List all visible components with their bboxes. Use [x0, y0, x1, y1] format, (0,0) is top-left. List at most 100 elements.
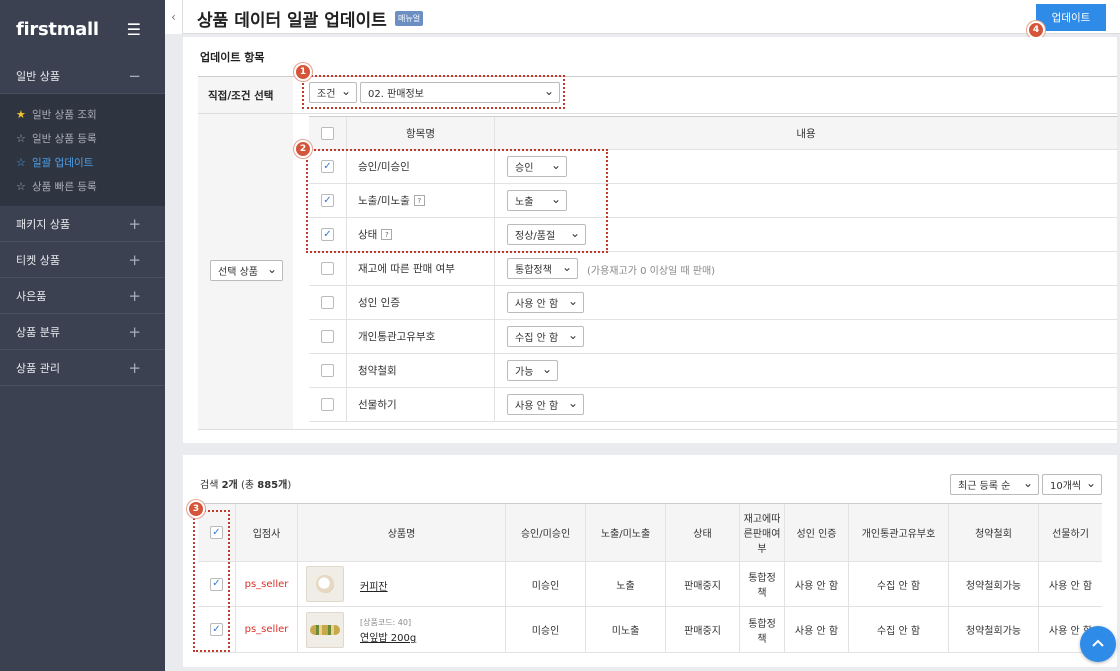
expand-icon[interactable]: + [128, 287, 141, 305]
item-content: 수집 안 함 [495, 320, 1117, 353]
product-cell: [상품코드: 40] 연잎밥 200g [298, 607, 506, 652]
highlight-box-1 [302, 75, 565, 109]
col-customs: 개인통관고유부호 [849, 504, 949, 561]
result-count-number: 2개 [221, 480, 238, 491]
chevron-down-icon [562, 263, 572, 274]
sidebar-item-product-register[interactable]: ☆ 일반 상품 등록 [0, 126, 165, 150]
star-outline-icon[interactable]: ☆ [16, 132, 30, 145]
header-checkbox-cell [309, 117, 347, 149]
item-row-adult: 성인 인증 사용 안 함 [309, 286, 1117, 320]
sidebar-section-general[interactable]: 일반 상품 − [0, 58, 165, 94]
select-value: 가능 [515, 367, 534, 378]
rice-image [310, 624, 340, 635]
seller-cell: ps_seller [236, 607, 298, 652]
product-name-link[interactable]: 커피잔 [360, 578, 388, 593]
withdraw-cell: 청약철회가능 [949, 607, 1039, 652]
logo[interactable]: firstmall [16, 19, 99, 40]
arrow-up-icon[interactable] [1080, 626, 1116, 662]
approval-cell: 미승인 [506, 607, 586, 652]
sidebar-section-package[interactable]: 패키지 상품 + [0, 206, 165, 242]
section-title: 업데이트 항목 [200, 51, 265, 64]
withdraw-select[interactable]: 가능 [507, 360, 558, 381]
expand-icon[interactable]: + [128, 323, 141, 341]
customs-select[interactable]: 수집 안 함 [507, 326, 584, 347]
item-content: 사용 안 함 [495, 388, 1117, 421]
star-outline-icon[interactable]: ☆ [16, 156, 30, 169]
checkbox-cell [309, 252, 347, 285]
sort-select[interactable]: 최근 등록 순 [950, 474, 1039, 495]
result-count-end: ) [287, 480, 292, 491]
item-content: 통합정책 (가용재고가 0 이상일 때 판매) [495, 252, 1117, 285]
sidebar-item-bulk-update[interactable]: ☆ 일괄 업데이트 [0, 150, 165, 174]
status-cell: 판매중지 [666, 607, 740, 652]
per-page-select-value: 10개씩 [1050, 481, 1082, 492]
hamburger-icon[interactable]: ☰ [127, 20, 141, 39]
product-thumbnail[interactable] [306, 566, 344, 602]
sidebar-section-manage[interactable]: 상품 관리 + [0, 350, 165, 386]
page-title: 상품 데이터 일괄 업데이트 [197, 11, 387, 31]
adult-cell: 사용 안 함 [785, 607, 849, 652]
sidebar-section-category[interactable]: 상품 분류 + [0, 314, 165, 350]
item-row-customs: 개인통관고유부호 수집 안 함 [309, 320, 1117, 354]
direct-select-label: 직접/조건 선택 [198, 77, 293, 113]
item-checkbox[interactable] [321, 330, 334, 343]
sidebar-section-gift[interactable]: 사은품 + [0, 278, 165, 314]
col-display: 노출/미노출 [586, 504, 666, 561]
gift-select[interactable]: 사용 안 함 [507, 394, 584, 415]
sidebar-item-product-list[interactable]: ★ 일반 상품 조회 [0, 102, 165, 126]
highlight-box-2 [306, 149, 608, 253]
arrow-up-svg [1092, 639, 1104, 647]
select-all-checkbox[interactable] [321, 126, 334, 140]
product-name-link[interactable]: 연잎밥 200g [360, 629, 416, 644]
sidebar-item-quick-register[interactable]: ☆ 상품 빠른 등록 [0, 174, 165, 198]
manual-badge[interactable]: 매뉴얼 [395, 11, 424, 26]
item-checkbox[interactable] [321, 398, 334, 411]
product-thumbnail[interactable] [306, 611, 344, 648]
chevron-left-icon[interactable]: ‹ [165, 0, 183, 34]
star-outline-icon[interactable]: ☆ [16, 180, 30, 193]
collapse-icon[interactable]: − [128, 67, 141, 85]
expand-icon[interactable]: + [128, 215, 141, 233]
per-page-select[interactable]: 10개씩 [1042, 474, 1102, 495]
sidebar-submenu: ★ 일반 상품 조회 ☆ 일반 상품 등록 ☆ 일괄 업데이트 ☆ 상품 빠른 … [0, 94, 165, 206]
stock-hint: (가용재고가 0 이상일 때 판매) [587, 266, 716, 277]
select-value: 사용 안 함 [515, 299, 559, 310]
adult-select[interactable]: 사용 안 함 [507, 292, 584, 313]
col-seller: 입점사 [236, 504, 298, 561]
sidebar-section-ticket[interactable]: 티켓 상품 + [0, 242, 165, 278]
product-cell: 커피잔 [298, 562, 506, 606]
approval-cell: 미승인 [506, 562, 586, 606]
col-product-name: 상품명 [298, 504, 506, 561]
update-button[interactable]: 업데이트 [1036, 4, 1106, 31]
target-select-value: 선택 상품 [218, 267, 258, 278]
item-checkbox[interactable] [321, 262, 334, 275]
divider [198, 113, 1117, 114]
col-adult: 성인 인증 [785, 504, 849, 561]
checkbox-cell [309, 286, 347, 319]
target-select[interactable]: 선택 상품 [210, 260, 283, 281]
result-count: 검색 2개 (총 885개) [200, 476, 291, 491]
chevron-down-icon [568, 297, 578, 308]
item-name-text: 청약철회 [358, 365, 397, 377]
sidebar-item-label: 상품 빠른 등록 [32, 180, 97, 193]
result-total-number: 885개 [257, 480, 288, 491]
sidebar-section-label: 상품 관리 [16, 361, 60, 375]
expand-icon[interactable]: + [128, 359, 141, 377]
gift-cell: 사용 안 함 [1048, 580, 1093, 592]
chevron-down-icon [568, 399, 578, 410]
item-checkbox[interactable] [321, 296, 334, 309]
item-content: 사용 안 함 [495, 286, 1117, 319]
select-value: 수집 안 함 [515, 333, 559, 344]
seller-cell: ps_seller [236, 562, 298, 606]
chevron-down-icon [1086, 479, 1096, 490]
item-checkbox[interactable] [321, 364, 334, 377]
expand-icon[interactable]: + [128, 251, 141, 269]
star-filled-icon[interactable]: ★ [16, 108, 30, 121]
chevron-down-icon [1023, 479, 1033, 490]
stock-select[interactable]: 통합정책 [507, 258, 578, 279]
marker-3: 3 [187, 500, 205, 518]
sidebar-section-label: 티켓 상품 [16, 253, 60, 267]
item-name-text: 개인통관고유부호 [358, 331, 436, 343]
sort-select-value: 최근 등록 순 [958, 481, 1011, 492]
display-cell: 노출 [586, 562, 666, 606]
